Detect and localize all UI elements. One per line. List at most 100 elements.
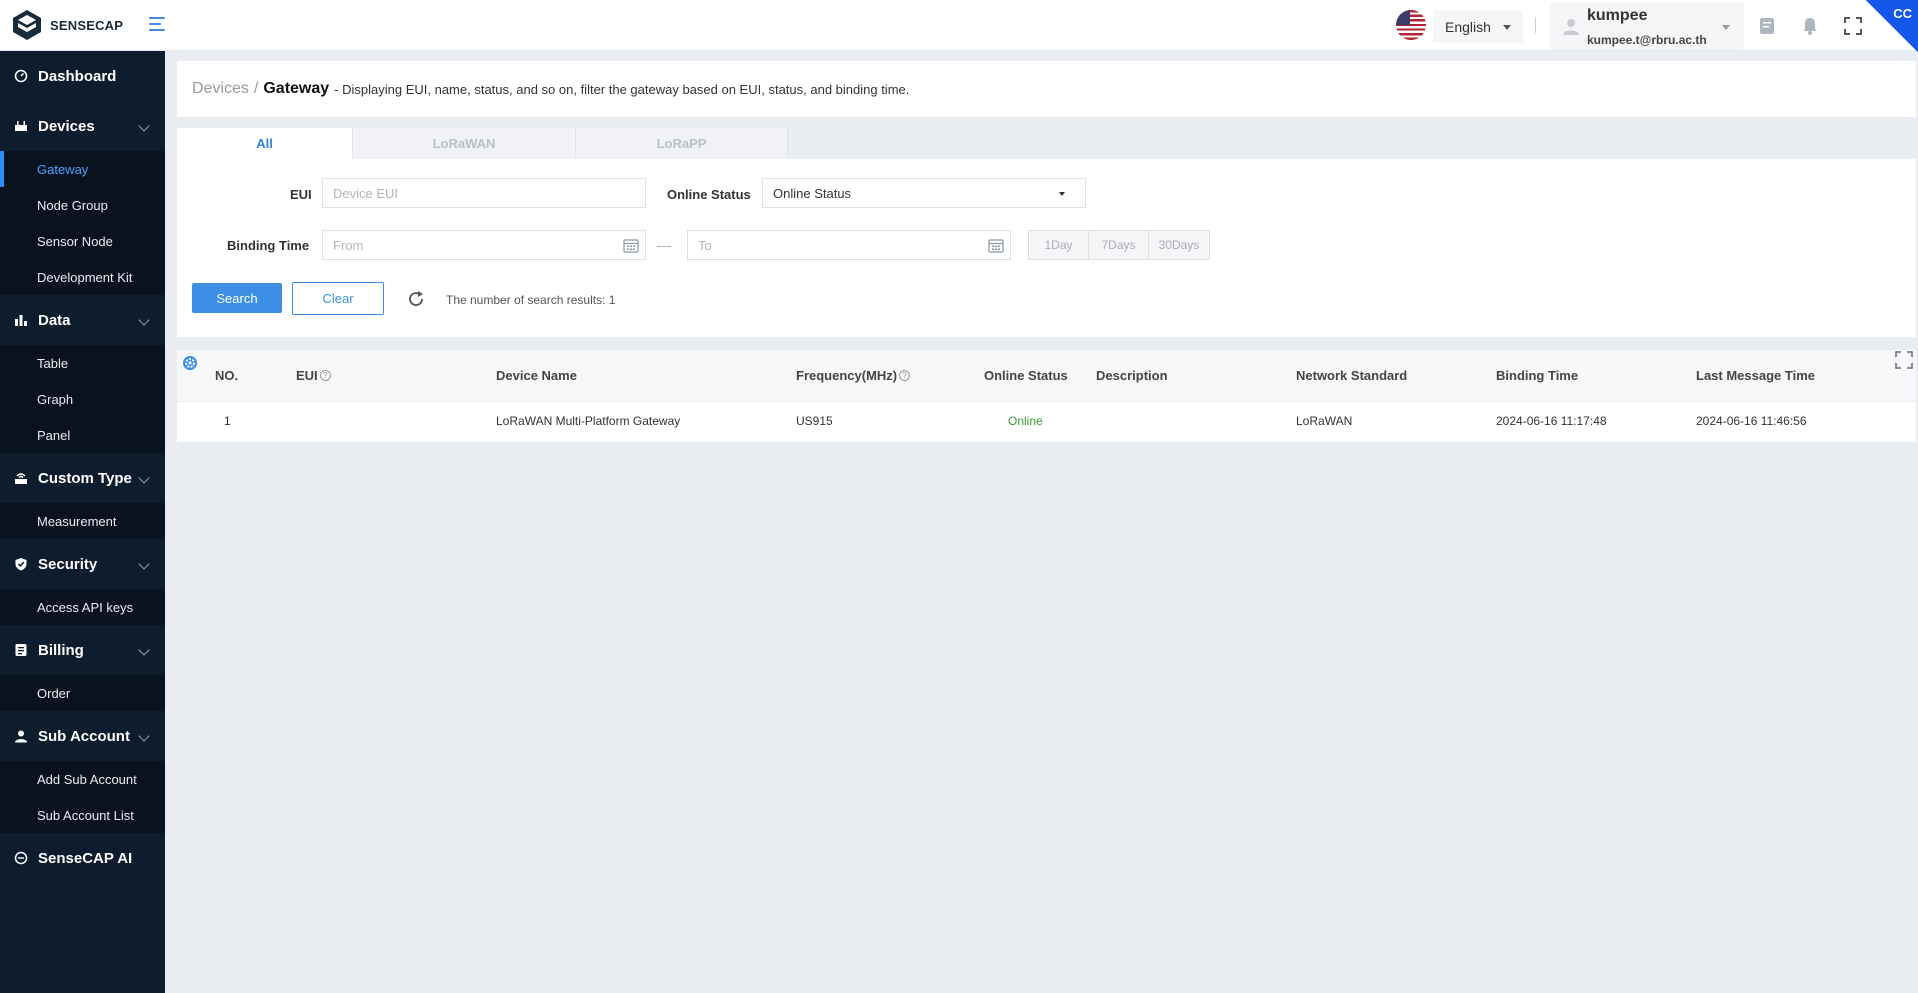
from-date-input[interactable]: From xyxy=(322,230,646,260)
document-icon[interactable] xyxy=(1757,16,1777,36)
user-menu[interactable]: kumpee kumpee.t@rbru.ac.th xyxy=(1550,2,1744,50)
sidebar-group-sub-account[interactable]: Sub Account xyxy=(0,711,165,761)
router-icon xyxy=(15,473,27,484)
column-header-label: Last Message Time xyxy=(1696,368,1815,383)
from-placeholder: From xyxy=(333,237,364,253)
sidebar-item-access-api-keys[interactable]: Access API keys xyxy=(0,589,165,625)
corner-badge[interactable]: CC xyxy=(1866,0,1918,52)
sidebar-item-measurement[interactable]: Measurement xyxy=(0,503,165,539)
sidebar-group-data[interactable]: Data xyxy=(0,295,165,345)
expand-table-icon[interactable] xyxy=(1894,350,1914,370)
chevron-down-icon xyxy=(138,730,150,742)
user-email: kumpee.t@rbru.ac.th xyxy=(1587,33,1707,47)
cell-no: 1 xyxy=(224,414,231,428)
page-title: Gateway xyxy=(263,80,330,97)
bar-chart-icon xyxy=(15,315,27,326)
search-button[interactable]: Search xyxy=(192,283,282,313)
tab-lorawan[interactable]: LoRaWAN xyxy=(353,128,576,159)
sidebar-item-gateway[interactable]: Gateway xyxy=(0,151,165,187)
corner-badge-label: CC xyxy=(1893,6,1912,21)
clear-button[interactable]: Clear xyxy=(292,282,384,315)
chevron-down-icon xyxy=(138,472,150,484)
page-description: - Displaying EUI, name, status, and so o… xyxy=(334,81,910,97)
sidebar-item-graph[interactable]: Graph xyxy=(0,381,165,417)
sidebar-group-billing[interactable]: Billing xyxy=(0,625,165,675)
cell-network-standard: LoRaWAN xyxy=(1296,414,1353,428)
online-status-select[interactable]: Online Status xyxy=(762,178,1086,208)
sidebar-item-node-group[interactable]: Node Group xyxy=(0,187,165,223)
sidebar-item-sensecap-ai[interactable]: SenseCAP AI xyxy=(0,833,165,883)
billing-icon xyxy=(15,644,27,656)
fullscreen-icon[interactable] xyxy=(1843,16,1863,36)
eui-label: EUI xyxy=(290,187,312,202)
gateway-table: NO. EUI? Device Name Frequency(MHz)? Onl… xyxy=(177,350,1916,442)
user-name: kumpee xyxy=(1587,7,1648,24)
sidebar-item-sub-account-list[interactable]: Sub Account List xyxy=(0,797,165,833)
sidebar-group-label: Custom Type xyxy=(38,469,132,487)
sidebar-group-label: Billing xyxy=(38,641,84,659)
eui-placeholder: Device EUI xyxy=(333,185,399,201)
to-date-input[interactable]: To xyxy=(687,230,1011,260)
sidebar-item-table[interactable]: Table xyxy=(0,345,165,381)
column-header-label: NO. xyxy=(215,368,239,383)
date-range-separator: — xyxy=(657,237,671,253)
language-select[interactable]: English xyxy=(1433,10,1523,43)
shield-icon xyxy=(15,558,27,571)
column-header-device-name: Device Name xyxy=(496,368,577,383)
sidebar-group-label: Data xyxy=(38,311,71,329)
dashboard-icon xyxy=(14,69,28,83)
sidebar-item-panel[interactable]: Panel xyxy=(0,417,165,453)
user-icon xyxy=(15,730,27,743)
sidebar-group-custom-type[interactable]: Custom Type xyxy=(0,453,165,503)
sub-account-submenu: Add Sub Account Sub Account List xyxy=(0,761,165,833)
help-icon[interactable]: ? xyxy=(319,370,331,381)
sidebar-item-add-sub-account[interactable]: Add Sub Account xyxy=(0,761,165,797)
cell-frequency: US915 xyxy=(796,414,833,428)
quick-range-1day[interactable]: 1Day xyxy=(1029,231,1089,259)
sidebar-item-sensor-node[interactable]: Sensor Node xyxy=(0,223,165,259)
menu-toggle-icon[interactable] xyxy=(149,17,167,33)
quick-range-group: 1Day 7Days 30Days xyxy=(1028,230,1210,260)
sidebar-item-development-kit[interactable]: Development Kit xyxy=(0,259,165,295)
bell-icon[interactable] xyxy=(1800,16,1820,36)
chevron-down-icon xyxy=(138,314,150,326)
gear-icon[interactable] xyxy=(182,355,198,371)
billing-submenu: Order xyxy=(0,675,165,711)
cell-binding-time: 2024-06-16 11:17:48 xyxy=(1496,414,1607,428)
sidebar-group-security[interactable]: Security xyxy=(0,539,165,589)
custom-type-submenu: Measurement xyxy=(0,503,165,539)
online-status-value: Online Status xyxy=(773,185,852,201)
calendar-icon[interactable] xyxy=(988,238,1004,253)
cell-last-message-time: 2024-06-16 11:46:56 xyxy=(1696,414,1807,428)
sidebar-item-dashboard[interactable]: Dashboard xyxy=(0,51,165,101)
breadcrumb-parent[interactable]: Devices xyxy=(192,80,249,98)
column-header-online-status: Online Status xyxy=(984,368,1068,383)
sidebar-group-label: Security xyxy=(38,555,98,573)
binding-time-label: Binding Time xyxy=(227,238,310,253)
top-header: SENSECAP English kumpee kumpee.t@rbru.ac… xyxy=(0,0,1918,52)
tab-lorapp[interactable]: LoRaPP xyxy=(576,128,788,159)
help-icon[interactable]: ? xyxy=(899,370,911,381)
network-tabs: All LoRaWAN LoRaPP xyxy=(177,128,788,159)
quick-range-30days[interactable]: 30Days xyxy=(1149,231,1209,259)
column-header-label: Network Standard xyxy=(1296,368,1408,383)
data-submenu: Table Graph Panel xyxy=(0,345,165,453)
calendar-icon[interactable] xyxy=(623,238,639,253)
brand-name: SENSECAP xyxy=(50,17,124,33)
sidebar: Dashboard Devices Gateway Node Group Sen… xyxy=(0,51,165,993)
caret-down-icon xyxy=(1722,25,1730,30)
result-count: The number of search results: 1 xyxy=(446,293,616,307)
eui-input[interactable]: Device EUI xyxy=(322,178,646,208)
refresh-icon[interactable] xyxy=(406,289,426,309)
logo[interactable]: SENSECAP xyxy=(0,0,165,51)
header-divider xyxy=(1535,17,1536,33)
cell-device-name[interactable]: LoRaWAN Multi-Platform Gateway xyxy=(496,414,680,428)
breadcrumb: Devices / Gateway - Displaying EUI, name… xyxy=(177,61,1916,117)
quick-range-7days[interactable]: 7Days xyxy=(1089,231,1149,259)
breadcrumb-separator: / xyxy=(253,80,259,97)
sidebar-group-devices[interactable]: Devices xyxy=(0,101,165,151)
tab-all[interactable]: All xyxy=(177,128,353,159)
sidebar-item-order[interactable]: Order xyxy=(0,675,165,711)
chevron-down-icon xyxy=(138,120,150,132)
user-avatar-icon xyxy=(1563,19,1579,35)
